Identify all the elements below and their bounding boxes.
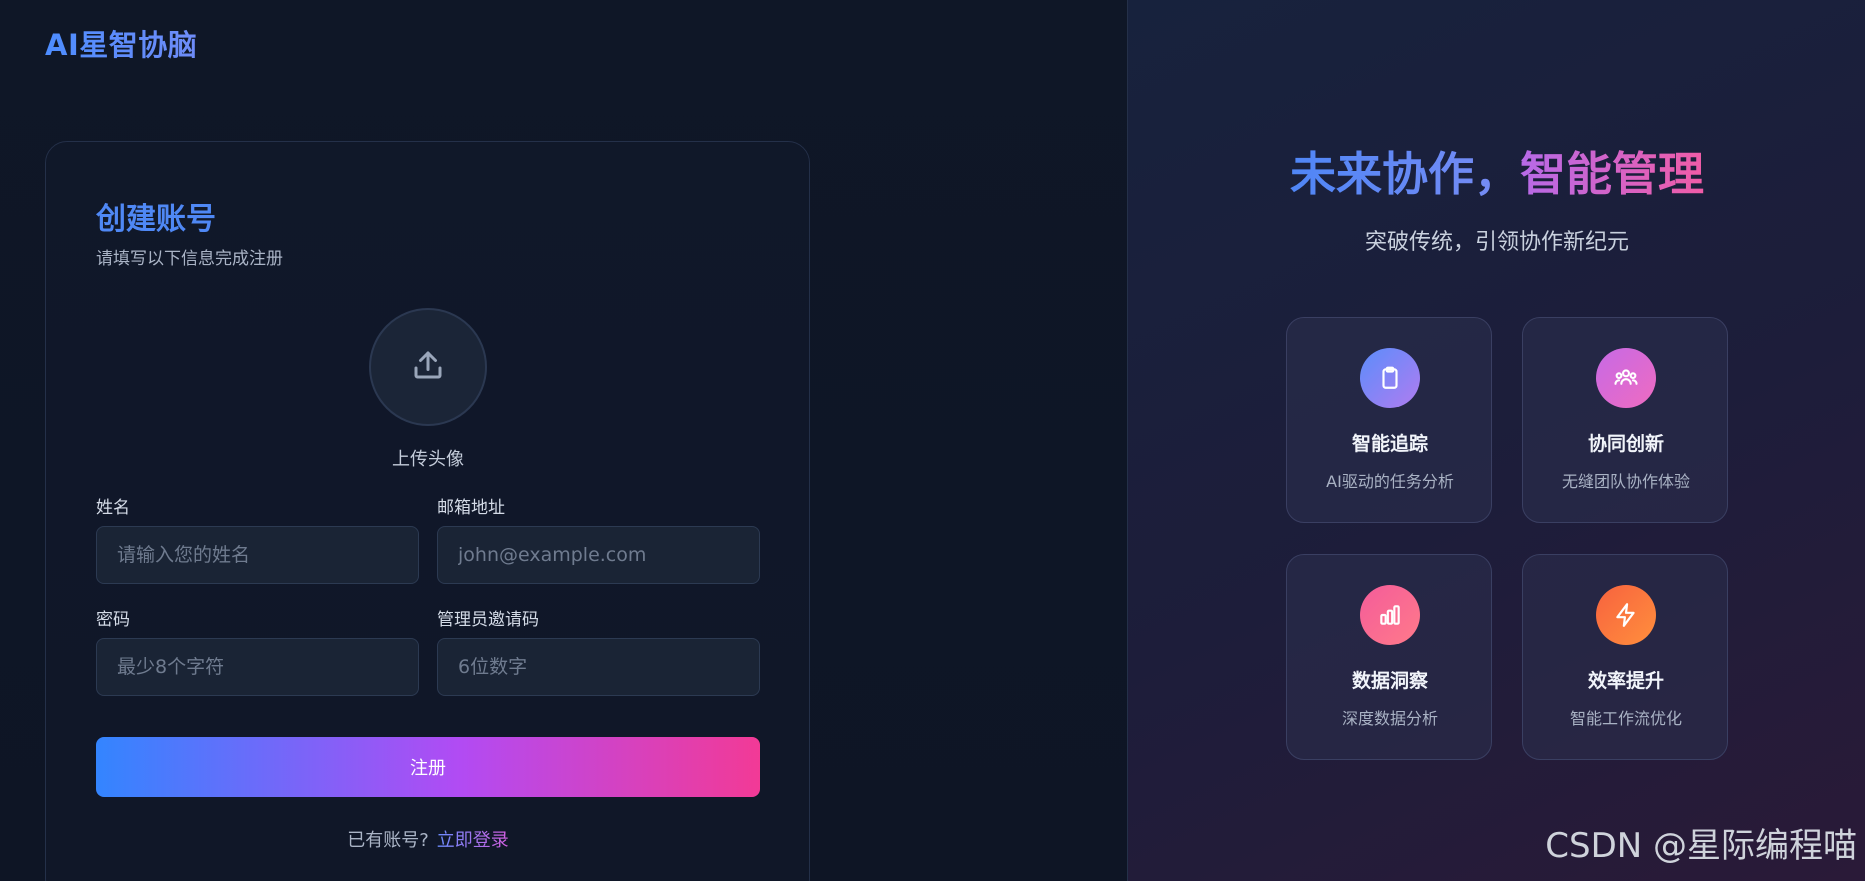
hero-title: 未来协作，智能管理 <box>1128 138 1865 204</box>
form-subtitle: 请填写以下信息完成注册 <box>96 249 283 269</box>
feature-desc: 深度数据分析 <box>1341 709 1438 728</box>
feature-desc: 智能工作流优化 <box>1569 709 1682 728</box>
watermark: CSDN @星际编程喵 <box>1545 826 1857 866</box>
email-field[interactable] <box>437 526 760 584</box>
feature-title: 效率提升 <box>1587 670 1664 692</box>
bar-chart-icon <box>1360 585 1420 645</box>
password-label: 密码 <box>96 610 130 630</box>
feature-desc: AI驱动的任务分析 <box>1326 472 1454 491</box>
clipboard-icon <box>1360 348 1420 408</box>
register-panel: AI星智协脑 创建账号 请填写以下信息完成注册 上传头像 姓名 邮箱地址 密码 … <box>0 0 1127 881</box>
feature-card-collab: 协同创新 无缝团队协作体验 <box>1522 317 1728 523</box>
name-label: 姓名 <box>96 498 130 518</box>
password-field[interactable] <box>96 638 419 696</box>
register-button[interactable]: 注册 <box>96 737 760 797</box>
team-icon <box>1596 348 1656 408</box>
invite-code-label: 管理员邀请码 <box>437 610 539 630</box>
email-label: 邮箱地址 <box>437 498 505 518</box>
feature-title: 协同创新 <box>1587 433 1664 455</box>
login-prompt-text: 已有账号? <box>347 830 429 851</box>
name-field[interactable] <box>96 526 419 584</box>
feature-desc: 无缝团队协作体验 <box>1561 472 1690 491</box>
feature-title: 智能追踪 <box>1351 433 1428 455</box>
hero-subtitle: 突破传统，引领协作新纪元 <box>1364 230 1629 255</box>
feature-title: 数据洞察 <box>1351 670 1428 692</box>
upload-icon <box>410 347 446 387</box>
login-link[interactable]: 立即登录 <box>437 830 509 851</box>
feature-card-efficiency: 效率提升 智能工作流优化 <box>1522 554 1728 760</box>
form-title: 创建账号 <box>96 202 216 237</box>
promo-panel: 未来协作，智能管理 突破传统，引领协作新纪元 智能追踪 AI驱动的任务分析 协同… <box>1127 0 1865 881</box>
hero-title-part1: 未来协作， <box>1290 147 1520 201</box>
avatar-upload-button[interactable] <box>369 308 487 426</box>
hero-title-part2: 智能管理 <box>1520 147 1704 201</box>
avatar-upload-label: 上传头像 <box>392 449 464 470</box>
brand-logo[interactable]: AI星智协脑 <box>45 22 197 64</box>
invite-code-field[interactable] <box>437 638 760 696</box>
login-prompt-row: 已有账号? 立即登录 <box>46 826 810 852</box>
lightning-icon <box>1596 585 1656 645</box>
register-card: 创建账号 请填写以下信息完成注册 上传头像 姓名 邮箱地址 密码 管理员邀请码 … <box>45 141 810 881</box>
feature-card-tracking: 智能追踪 AI驱动的任务分析 <box>1286 317 1492 523</box>
feature-card-insight: 数据洞察 深度数据分析 <box>1286 554 1492 760</box>
